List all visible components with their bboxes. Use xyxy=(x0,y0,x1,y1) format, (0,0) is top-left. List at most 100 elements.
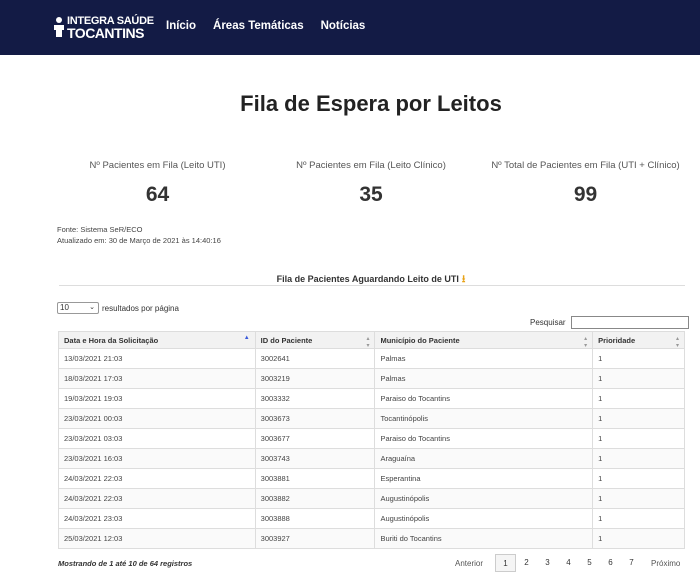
cell-priority: 1 xyxy=(592,368,685,389)
column-header-priority[interactable]: Prioridade ▴ ▾ xyxy=(592,331,685,349)
cell-patient-id: 3003881 xyxy=(254,468,376,489)
cell-priority: 1 xyxy=(592,348,685,369)
pagination-previous[interactable]: Anterior xyxy=(455,559,483,568)
column-header-label: Município do Paciente xyxy=(380,335,460,345)
cell-priority: 1 xyxy=(592,468,685,489)
cell-priority: 1 xyxy=(592,448,685,469)
cell-priority: 1 xyxy=(592,388,685,409)
main-nav: Início Áreas Temáticas Notícias xyxy=(166,20,382,32)
page-length-value: 10 xyxy=(60,303,69,312)
pagination-page-6[interactable]: 6 xyxy=(600,554,621,572)
cell-municipality: Paraiso do Tocantins xyxy=(374,428,594,449)
logo-line2: TOCANTINS xyxy=(67,25,144,41)
stat-uti: Nº Pacientes em Fila (Leito UTI) 64 xyxy=(75,160,240,207)
table-row: 24/03/2021 22:03 3003882 Augustinópolis 1 xyxy=(58,488,685,509)
page-length-control: 10 ⌄ resultados por página xyxy=(57,302,179,314)
section-title: Fila de Pacientes Aguardando Leito de UT… xyxy=(0,272,700,289)
cell-municipality: Augustinópolis xyxy=(374,508,594,529)
queue-table: Data e Hora da Solicitação ▲ ID do Pacien… xyxy=(58,331,685,549)
table-row: 24/03/2021 23:03 3003888 Augustinópolis 1 xyxy=(58,508,685,529)
cell-patient-id: 3003927 xyxy=(254,528,376,549)
table-header-row: Data e Hora da Solicitação ▲ ID do Pacien… xyxy=(58,331,685,349)
sort-both-icon: ▴ ▾ xyxy=(366,336,370,349)
cell-priority: 1 xyxy=(592,408,685,429)
site-logo[interactable]: INTEGRA SAÚDE TOCANTINS xyxy=(52,14,154,42)
stat-clinico: Nº Pacientes em Fila (Leito Clínico) 35 xyxy=(286,160,456,207)
cell-municipality: Augustinópolis xyxy=(374,488,594,509)
cell-municipality: Esperantina xyxy=(374,468,594,489)
column-header-patient-id[interactable]: ID do Paciente ▴ ▾ xyxy=(254,331,376,349)
pagination-page-4[interactable]: 4 xyxy=(558,554,579,572)
cell-patient-id: 3003332 xyxy=(254,388,376,409)
stat-label: Nº Pacientes em Fila (Leito UTI) xyxy=(89,160,226,171)
cell-date: 23/03/2021 16:03 xyxy=(58,448,256,469)
cell-municipality: Tocantinópolis xyxy=(374,408,594,429)
stat-label: Nº Pacientes em Fila (Leito Clínico) xyxy=(296,160,446,171)
cell-date: 24/03/2021 23:03 xyxy=(58,508,256,529)
top-navbar: INTEGRA SAÚDE TOCANTINS Início Áreas Tem… xyxy=(0,0,700,55)
cell-date: 23/03/2021 00:03 xyxy=(58,408,256,429)
cell-municipality: Palmas xyxy=(374,368,594,389)
column-header-label: ID do Paciente xyxy=(260,335,313,345)
search-control: Pesquisar xyxy=(530,316,689,329)
table-row: 23/03/2021 16:03 3003743 Araguaína 1 xyxy=(58,448,685,469)
pagination-next[interactable]: Próximo xyxy=(651,559,680,568)
table-row: 18/03/2021 17:03 3003219 Palmas 1 xyxy=(58,368,685,389)
page-title: Fila de Espera por Leitos xyxy=(240,91,502,116)
table-row: 24/03/2021 22:03 3003881 Esperantina 1 xyxy=(58,468,685,489)
cell-patient-id: 3003888 xyxy=(254,508,376,529)
cell-patient-id: 3003219 xyxy=(254,368,376,389)
pagination-page-2[interactable]: 2 xyxy=(516,554,537,572)
stat-value: 64 xyxy=(145,183,170,206)
cell-date: 23/03/2021 03:03 xyxy=(58,428,256,449)
section-divider xyxy=(59,285,685,286)
logo-icon xyxy=(54,17,64,37)
cell-municipality: Araguaína xyxy=(374,448,594,469)
sort-both-icon: ▴ ▾ xyxy=(675,336,679,349)
cell-date: 19/03/2021 19:03 xyxy=(58,388,256,409)
table-info: Mostrando de 1 até 10 de 64 registros xyxy=(58,559,193,568)
cell-priority: 1 xyxy=(592,488,685,509)
pagination-page-7[interactable]: 7 xyxy=(621,554,642,572)
pagination-page-3[interactable]: 3 xyxy=(537,554,558,572)
nav-link-noticias[interactable]: Notícias xyxy=(321,20,366,32)
search-input[interactable] xyxy=(570,316,689,329)
download-icon[interactable]: ⭳ xyxy=(462,274,466,285)
table-row: 25/03/2021 12:03 3003927 Buriti do Tocanti… xyxy=(58,528,685,549)
cell-patient-id: 3002641 xyxy=(254,348,376,369)
cell-municipality: Buriti do Tocantins xyxy=(374,528,594,549)
cell-date: 18/03/2021 17:03 xyxy=(58,368,256,389)
cell-priority: 1 xyxy=(592,508,685,529)
table-row: 23/03/2021 00:03 3003673 Tocantinópolis 1 xyxy=(58,408,685,429)
stat-total: Nº Total de Pacientes em Fila (UTI + Clí… xyxy=(487,160,684,207)
cell-municipality: Palmas xyxy=(374,348,594,369)
table-row: 19/03/2021 19:03 3003332 Paraiso do Tocant… xyxy=(58,388,685,409)
stat-value: 99 xyxy=(573,183,598,206)
column-header-label: Prioridade xyxy=(598,335,636,345)
table-row: 13/03/2021 21:03 3002641 Palmas 1 xyxy=(58,348,685,369)
source-text: Fonte: Sistema SeR/ECO xyxy=(57,225,143,234)
pagination-page-5[interactable]: 5 xyxy=(579,554,600,572)
cell-patient-id: 3003882 xyxy=(254,488,376,509)
cell-date: 24/03/2021 22:03 xyxy=(58,488,256,509)
updated-text: Atualizado em: 30 de Março de 2021 às 14… xyxy=(57,236,221,245)
page-length-suffix: resultados por página xyxy=(102,303,179,313)
page-length-select[interactable]: 10 ⌄ xyxy=(57,302,99,314)
chevron-down-icon: ⌄ xyxy=(89,304,95,311)
pagination: Anterior 1 2 3 4 5 6 7 Próximo xyxy=(455,554,680,572)
cell-patient-id: 3003673 xyxy=(254,408,376,429)
nav-link-areas-tematicas[interactable]: Áreas Temáticas xyxy=(213,20,304,32)
stat-value: 35 xyxy=(359,183,383,206)
cell-priority: 1 xyxy=(592,528,685,549)
column-header-label: Data e Hora da Solicitação xyxy=(64,335,159,345)
cell-date: 13/03/2021 21:03 xyxy=(58,348,256,369)
column-header-municipality[interactable]: Município do Paciente ▴ ▾ xyxy=(374,331,594,349)
cell-date: 24/03/2021 22:03 xyxy=(58,468,256,489)
nav-link-inicio[interactable]: Início xyxy=(166,20,196,32)
pagination-page-1[interactable]: 1 xyxy=(495,554,517,572)
cell-patient-id: 3003743 xyxy=(254,448,376,469)
search-label: Pesquisar xyxy=(530,318,566,327)
cell-municipality: Paraiso do Tocantins xyxy=(374,388,594,409)
sort-asc-icon: ▲ xyxy=(243,335,250,341)
column-header-date[interactable]: Data e Hora da Solicitação ▲ xyxy=(58,331,256,349)
